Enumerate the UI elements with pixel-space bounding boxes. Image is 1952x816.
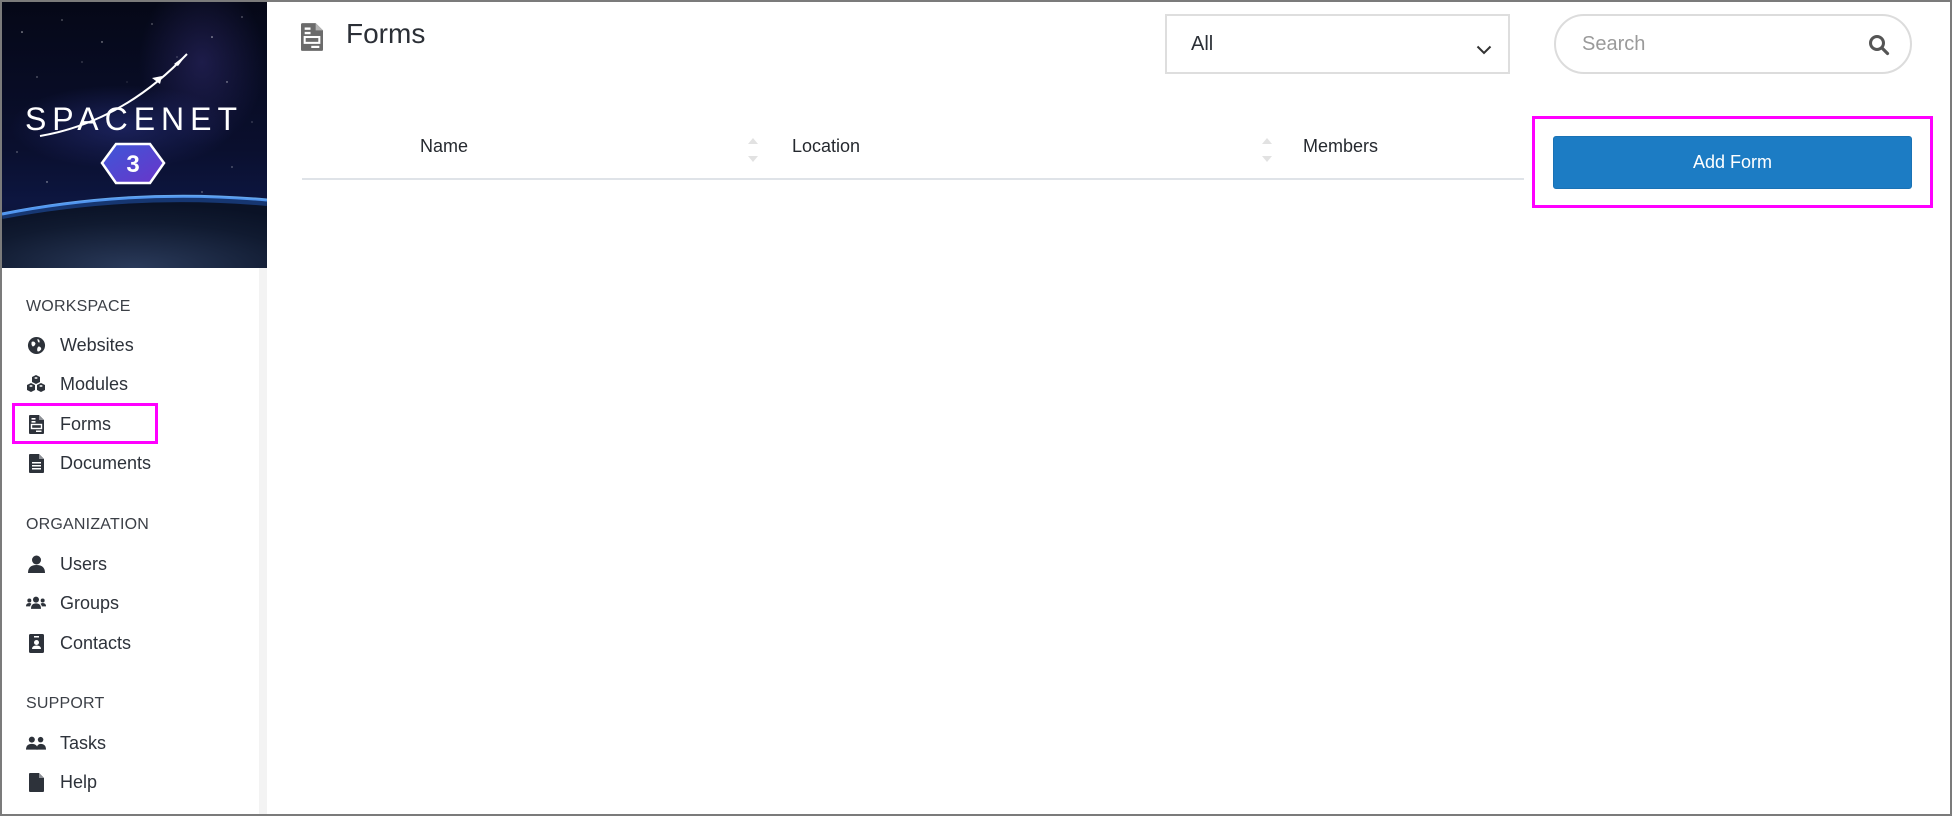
sidebar-item-label: Users [60, 553, 108, 574]
logo-wordmark: SPACENET [25, 101, 243, 137]
globe-icon [26, 335, 46, 355]
sidebar-item-label: Websites [60, 334, 134, 355]
sidebar-item-label: Contacts [60, 632, 132, 653]
sidebar-item-websites[interactable]: Websites [26, 330, 134, 360]
logo-artwork: SPACENET 3 [2, 16, 267, 268]
sidebar-item-tasks[interactable]: Tasks [26, 728, 106, 758]
user-icon [26, 554, 46, 574]
sort-location-icon[interactable] [1262, 138, 1272, 164]
section-title-workspace: WORKSPACE [26, 298, 131, 315]
svg-text:3: 3 [126, 151, 139, 178]
sidebar-scrollbar[interactable] [259, 268, 267, 814]
add-form-button[interactable]: Add Form [1553, 136, 1912, 189]
sidebar-item-contacts[interactable]: Contacts [26, 628, 131, 658]
search-input[interactable] [1580, 31, 1854, 57]
screenshot-frame [0, 0, 1952, 816]
sidebar-item-label: Help [60, 771, 98, 792]
column-header-name[interactable]: Name [420, 136, 468, 157]
filter-selected-value: All [1191, 32, 1214, 55]
file-icon [26, 772, 46, 792]
section-title-organization: ORGANIZATION [26, 516, 149, 533]
sidebar: SPACENET 3 WORKSPACE Websites Modules Fo… [2, 2, 267, 814]
filter-select[interactable]: All [1165, 14, 1510, 74]
form-icon [26, 414, 46, 434]
logo-badge: 3 [100, 142, 166, 185]
sidebar-item-label: Groups [60, 592, 120, 613]
forms-table-header: Name Location Members [302, 128, 1524, 180]
sidebar-item-label: Tasks [60, 732, 107, 753]
page-title: Forms [346, 18, 426, 49]
form-icon [301, 23, 325, 51]
sort-name-icon[interactable] [748, 138, 758, 164]
search-icon[interactable] [1868, 34, 1890, 61]
sidebar-item-users[interactable]: Users [26, 549, 107, 579]
users-icon [26, 593, 46, 613]
sidebar-item-label: Forms [60, 413, 111, 434]
sidebar-item-groups[interactable]: Groups [26, 588, 119, 618]
sidebar-item-modules[interactable]: Modules [26, 369, 128, 399]
search-box[interactable] [1554, 14, 1912, 74]
contact-card-icon [26, 633, 46, 653]
sidebar-item-help[interactable]: Help [26, 767, 97, 797]
chevron-down-icon [1476, 38, 1492, 61]
sidebar-item-documents[interactable]: Documents [26, 448, 151, 478]
sidebar-item-label: Modules [60, 373, 129, 394]
cubes-icon [26, 374, 46, 394]
spacenet-logo[interactable]: SPACENET 3 [2, 2, 267, 268]
sidebar-item-label: Documents [60, 452, 152, 473]
section-title-support: SUPPORT [26, 695, 105, 712]
column-header-members[interactable]: Members [1303, 136, 1378, 157]
sidebar-item-forms[interactable]: Forms [26, 409, 111, 439]
document-icon [26, 453, 46, 473]
user-group-icon [26, 733, 46, 753]
column-header-location[interactable]: Location [792, 136, 860, 157]
